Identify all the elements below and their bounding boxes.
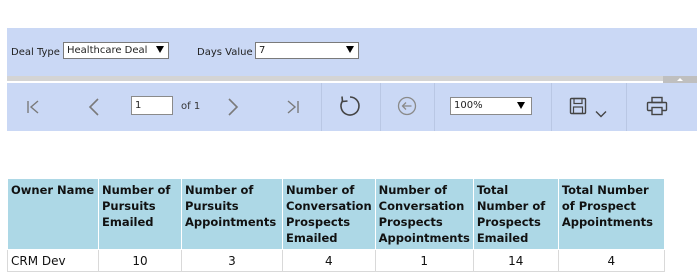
dropdown-arrow-icon [156, 46, 164, 53]
page-number-value: 1 [135, 100, 142, 111]
splitter-bar[interactable] [7, 76, 697, 81]
zoom-select[interactable]: 100% [450, 97, 532, 115]
column-header-pursuits-appointments: Number of Pursuits Appointments [181, 178, 283, 250]
dropdown-arrow-icon [346, 46, 354, 53]
days-value-label: Days Value [197, 47, 253, 58]
total-emailed-cell: 14 [472, 249, 559, 272]
column-header-total-appointments: Total Number of Prospect Appointments [557, 178, 665, 250]
chevron-down-icon[interactable] [595, 103, 607, 122]
column-header-pursuits-emailed: Number of Pursuits Emailed [98, 178, 182, 250]
parameter-bar: Deal Type Healthcare Deal Days Value 7 [7, 28, 697, 76]
toolbar-divider [626, 83, 627, 131]
refresh-icon[interactable] [338, 94, 362, 122]
days-value-value: 7 [259, 45, 266, 56]
conversation-emailed-cell: 4 [282, 249, 376, 272]
column-header-conversation-appointments: Number of Conversation Prospects Appoint… [374, 178, 474, 250]
deal-type-value: Healthcare Deal [67, 45, 148, 56]
deal-type-label: Deal Type [11, 47, 60, 58]
toolbar-divider [434, 83, 435, 131]
toolbar-divider [551, 83, 552, 131]
dropdown-arrow-icon [517, 102, 525, 109]
days-value-select[interactable]: 7 [255, 42, 359, 59]
pursuits-appointments-cell: 3 [181, 249, 283, 272]
column-header-conversation-emailed: Number of Conversation Prospects Emailed [282, 178, 376, 250]
next-page-icon[interactable] [226, 97, 240, 121]
deal-type-select[interactable]: Healthcare Deal [63, 42, 169, 59]
toolbar-divider [380, 83, 381, 131]
previous-page-icon[interactable] [87, 97, 101, 121]
report-toolbar: 1 of 1 100% [7, 83, 697, 131]
table-row: CRM Dev 10 3 4 1 14 4 [7, 249, 665, 272]
last-page-icon[interactable] [285, 99, 301, 119]
report-table: Owner Name Number of Pursuits Emailed Nu… [7, 178, 665, 272]
toolbar-divider [321, 83, 322, 131]
owner-name-cell: CRM Dev [7, 249, 99, 272]
total-appointments-cell: 4 [557, 249, 665, 272]
zoom-value: 100% [454, 100, 483, 111]
first-page-icon[interactable] [25, 99, 41, 119]
conversation-appointments-cell: 1 [374, 249, 474, 272]
page-number-input[interactable]: 1 [131, 96, 173, 115]
pursuits-emailed-cell: 10 [98, 249, 182, 272]
print-icon[interactable] [646, 96, 668, 120]
save-icon[interactable] [569, 97, 587, 119]
collapse-parameters-toggle[interactable] [663, 76, 697, 83]
column-header-owner-name: Owner Name [7, 178, 99, 250]
back-icon[interactable] [397, 96, 417, 120]
table-header-row: Owner Name Number of Pursuits Emailed Nu… [7, 178, 665, 250]
page-count-text: of 1 [181, 101, 201, 112]
column-header-total-emailed: Total Number of Prospects Emailed [472, 178, 559, 250]
